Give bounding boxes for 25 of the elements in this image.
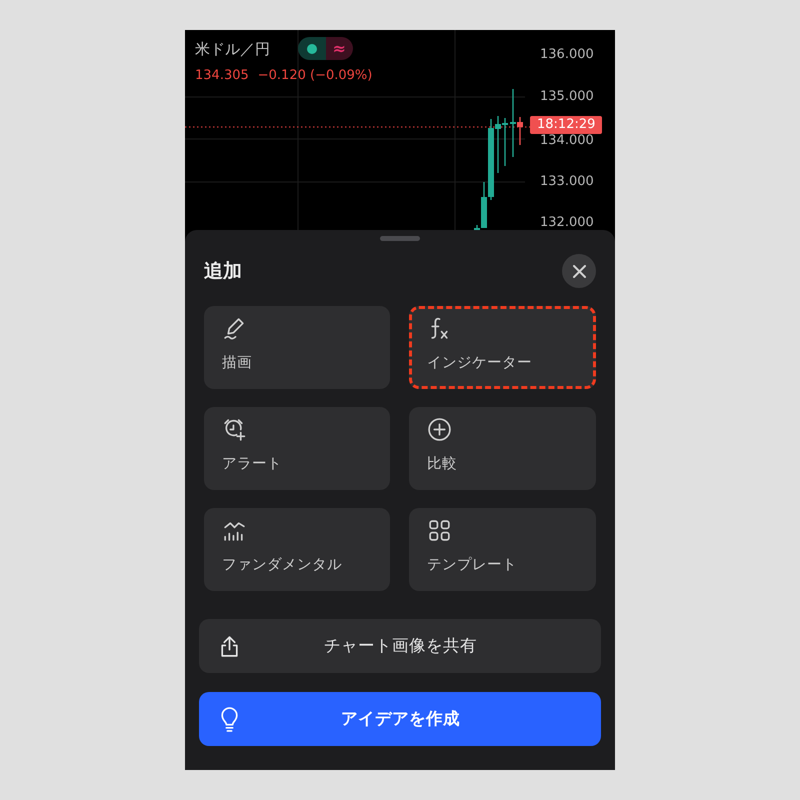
alarm-clock-icon — [222, 417, 247, 442]
menu-tile[interactable]: テンプレート — [409, 508, 596, 591]
grid-icon — [427, 518, 452, 543]
menu-tile[interactable]: 描画 — [204, 306, 390, 389]
share-button[interactable]: チャート画像を共有 — [199, 619, 601, 673]
price-axis-label: 133.000 — [540, 174, 594, 190]
symbol-title: 米ドル／円 — [195, 39, 270, 60]
close-button[interactable] — [562, 254, 596, 288]
change-text: −0.120 (−0.09%) — [258, 67, 372, 85]
menu-tile[interactable]: インジケーター — [409, 306, 596, 389]
menu-tile[interactable]: アラート — [204, 407, 390, 490]
menu-tile[interactable]: 比較 — [409, 407, 596, 490]
price-axis-label: 135.000 — [540, 89, 594, 105]
price-axis-label: 136.000 — [540, 47, 594, 63]
plus-circle-icon — [427, 417, 452, 442]
status-dot-icon — [306, 44, 317, 54]
price-axis-label: 134.000 — [540, 133, 594, 149]
price-axis-label: 132.000 — [540, 215, 594, 231]
time-label: 18:12:29 — [530, 116, 602, 134]
sheet-title: 追加 — [204, 258, 242, 284]
menu-tile[interactable]: ファンダメンタル — [204, 508, 390, 591]
price-text: 134.305 — [195, 67, 249, 85]
create-idea-button[interactable]: アイデアを作成 — [199, 692, 601, 746]
close-icon — [572, 264, 586, 278]
drag-handle[interactable] — [380, 236, 420, 241]
